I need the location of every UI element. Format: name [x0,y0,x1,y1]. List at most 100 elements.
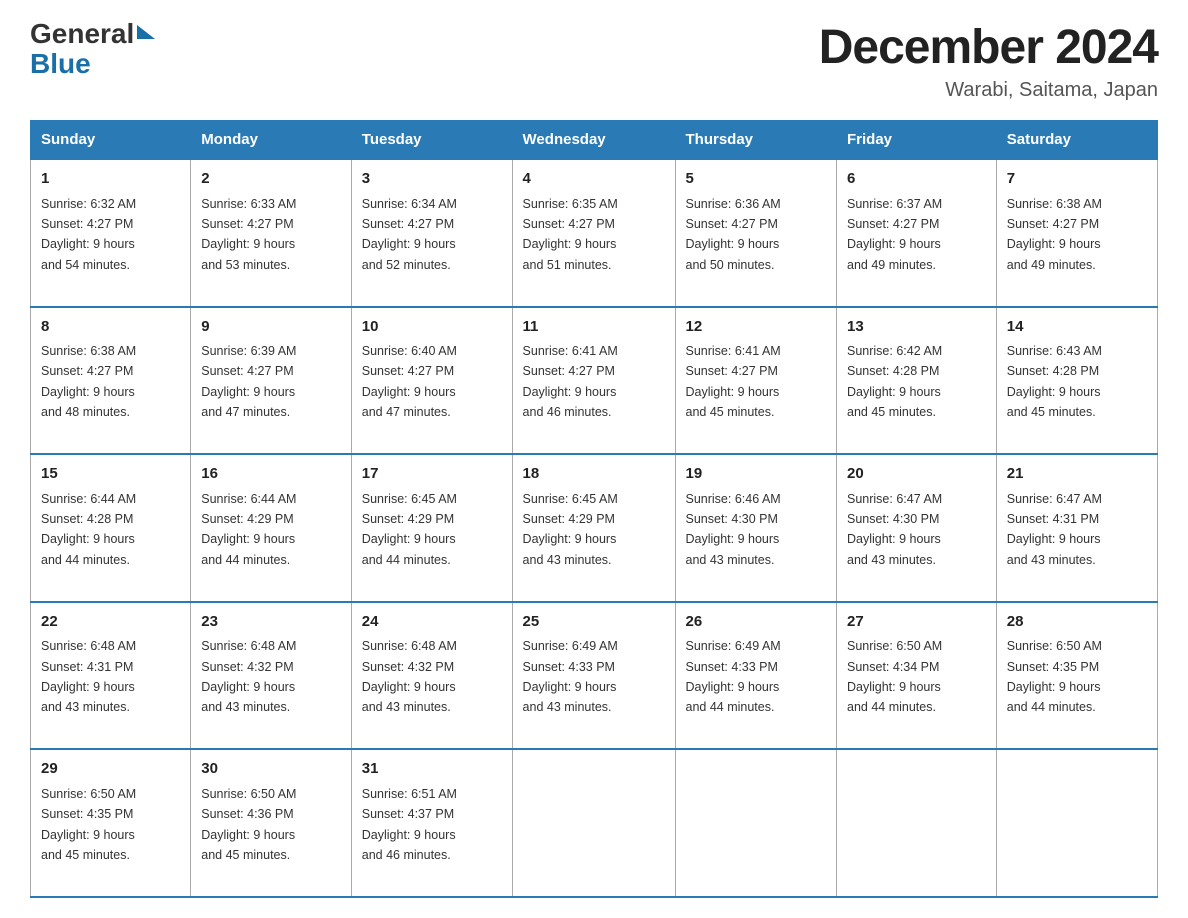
table-row: 3 Sunrise: 6:34 AMSunset: 4:27 PMDayligh… [351,159,512,307]
day-info: Sunrise: 6:48 AMSunset: 4:31 PMDaylight:… [41,639,136,714]
table-row: 28 Sunrise: 6:50 AMSunset: 4:35 PMDaylig… [996,602,1157,750]
calendar-week-row: 1 Sunrise: 6:32 AMSunset: 4:27 PMDayligh… [31,159,1158,307]
day-info: Sunrise: 6:44 AMSunset: 4:29 PMDaylight:… [201,492,296,567]
day-number: 24 [362,611,502,634]
day-info: Sunrise: 6:42 AMSunset: 4:28 PMDaylight:… [847,344,942,419]
day-info: Sunrise: 6:33 AMSunset: 4:27 PMDaylight:… [201,197,296,272]
table-row: 15 Sunrise: 6:44 AMSunset: 4:28 PMDaylig… [31,454,191,602]
day-number: 22 [41,611,180,634]
day-info: Sunrise: 6:49 AMSunset: 4:33 PMDaylight:… [523,639,618,714]
day-info: Sunrise: 6:50 AMSunset: 4:35 PMDaylight:… [1007,639,1102,714]
day-info: Sunrise: 6:37 AMSunset: 4:27 PMDaylight:… [847,197,942,272]
day-number: 15 [41,463,180,486]
day-info: Sunrise: 6:41 AMSunset: 4:27 PMDaylight:… [523,344,618,419]
logo-triangle-icon [137,25,155,39]
col-saturday: Saturday [996,121,1157,160]
table-row: 18 Sunrise: 6:45 AMSunset: 4:29 PMDaylig… [512,454,675,602]
table-row: 11 Sunrise: 6:41 AMSunset: 4:27 PMDaylig… [512,307,675,455]
table-row: 23 Sunrise: 6:48 AMSunset: 4:32 PMDaylig… [191,602,352,750]
table-row: 27 Sunrise: 6:50 AMSunset: 4:34 PMDaylig… [837,602,997,750]
day-info: Sunrise: 6:45 AMSunset: 4:29 PMDaylight:… [362,492,457,567]
day-number: 18 [523,463,665,486]
day-info: Sunrise: 6:40 AMSunset: 4:27 PMDaylight:… [362,344,457,419]
month-title: December 2024 [819,20,1158,75]
day-number: 3 [362,168,502,191]
calendar-header-row: Sunday Monday Tuesday Wednesday Thursday… [31,121,1158,160]
calendar-week-row: 29 Sunrise: 6:50 AMSunset: 4:35 PMDaylig… [31,749,1158,897]
day-number: 23 [201,611,341,634]
calendar-week-row: 15 Sunrise: 6:44 AMSunset: 4:28 PMDaylig… [31,454,1158,602]
day-info: Sunrise: 6:32 AMSunset: 4:27 PMDaylight:… [41,197,136,272]
table-row: 26 Sunrise: 6:49 AMSunset: 4:33 PMDaylig… [675,602,837,750]
table-row [996,749,1157,897]
day-info: Sunrise: 6:50 AMSunset: 4:35 PMDaylight:… [41,787,136,862]
day-number: 7 [1007,168,1147,191]
location-subtitle: Warabi, Saitama, Japan [819,79,1158,102]
calendar-week-row: 8 Sunrise: 6:38 AMSunset: 4:27 PMDayligh… [31,307,1158,455]
table-row: 16 Sunrise: 6:44 AMSunset: 4:29 PMDaylig… [191,454,352,602]
table-row: 25 Sunrise: 6:49 AMSunset: 4:33 PMDaylig… [512,602,675,750]
logo: General Blue [30,20,155,78]
table-row: 12 Sunrise: 6:41 AMSunset: 4:27 PMDaylig… [675,307,837,455]
day-info: Sunrise: 6:47 AMSunset: 4:30 PMDaylight:… [847,492,942,567]
logo-general-label: General [30,20,134,48]
day-number: 2 [201,168,341,191]
table-row: 13 Sunrise: 6:42 AMSunset: 4:28 PMDaylig… [837,307,997,455]
day-info: Sunrise: 6:51 AMSunset: 4:37 PMDaylight:… [362,787,457,862]
day-number: 31 [362,758,502,781]
table-row [837,749,997,897]
table-row: 21 Sunrise: 6:47 AMSunset: 4:31 PMDaylig… [996,454,1157,602]
day-info: Sunrise: 6:47 AMSunset: 4:31 PMDaylight:… [1007,492,1102,567]
col-wednesday: Wednesday [512,121,675,160]
day-number: 28 [1007,611,1147,634]
day-number: 8 [41,316,180,339]
day-number: 5 [686,168,827,191]
day-number: 12 [686,316,827,339]
day-info: Sunrise: 6:39 AMSunset: 4:27 PMDaylight:… [201,344,296,419]
table-row [675,749,837,897]
day-info: Sunrise: 6:45 AMSunset: 4:29 PMDaylight:… [523,492,618,567]
day-info: Sunrise: 6:50 AMSunset: 4:34 PMDaylight:… [847,639,942,714]
page: General Blue December 2024 Warabi, Saita… [0,0,1188,918]
table-row: 1 Sunrise: 6:32 AMSunset: 4:27 PMDayligh… [31,159,191,307]
day-number: 17 [362,463,502,486]
day-number: 27 [847,611,986,634]
day-number: 16 [201,463,341,486]
day-info: Sunrise: 6:46 AMSunset: 4:30 PMDaylight:… [686,492,781,567]
day-number: 4 [523,168,665,191]
table-row: 9 Sunrise: 6:39 AMSunset: 4:27 PMDayligh… [191,307,352,455]
table-row: 2 Sunrise: 6:33 AMSunset: 4:27 PMDayligh… [191,159,352,307]
day-number: 30 [201,758,341,781]
day-info: Sunrise: 6:44 AMSunset: 4:28 PMDaylight:… [41,492,136,567]
table-row: 14 Sunrise: 6:43 AMSunset: 4:28 PMDaylig… [996,307,1157,455]
table-row: 20 Sunrise: 6:47 AMSunset: 4:30 PMDaylig… [837,454,997,602]
day-info: Sunrise: 6:49 AMSunset: 4:33 PMDaylight:… [686,639,781,714]
day-number: 1 [41,168,180,191]
col-friday: Friday [837,121,997,160]
table-row: 10 Sunrise: 6:40 AMSunset: 4:27 PMDaylig… [351,307,512,455]
day-info: Sunrise: 6:48 AMSunset: 4:32 PMDaylight:… [362,639,457,714]
day-number: 19 [686,463,827,486]
col-sunday: Sunday [31,121,191,160]
calendar-table: Sunday Monday Tuesday Wednesday Thursday… [30,120,1158,898]
day-info: Sunrise: 6:48 AMSunset: 4:32 PMDaylight:… [201,639,296,714]
col-tuesday: Tuesday [351,121,512,160]
table-row: 22 Sunrise: 6:48 AMSunset: 4:31 PMDaylig… [31,602,191,750]
table-row: 29 Sunrise: 6:50 AMSunset: 4:35 PMDaylig… [31,749,191,897]
day-number: 21 [1007,463,1147,486]
day-info: Sunrise: 6:50 AMSunset: 4:36 PMDaylight:… [201,787,296,862]
day-number: 25 [523,611,665,634]
logo-general-text: General [30,20,155,48]
day-number: 29 [41,758,180,781]
table-row [512,749,675,897]
table-row: 19 Sunrise: 6:46 AMSunset: 4:30 PMDaylig… [675,454,837,602]
day-number: 10 [362,316,502,339]
table-row: 8 Sunrise: 6:38 AMSunset: 4:27 PMDayligh… [31,307,191,455]
table-row: 17 Sunrise: 6:45 AMSunset: 4:29 PMDaylig… [351,454,512,602]
day-number: 14 [1007,316,1147,339]
day-info: Sunrise: 6:38 AMSunset: 4:27 PMDaylight:… [1007,197,1102,272]
day-info: Sunrise: 6:38 AMSunset: 4:27 PMDaylight:… [41,344,136,419]
table-row: 5 Sunrise: 6:36 AMSunset: 4:27 PMDayligh… [675,159,837,307]
day-info: Sunrise: 6:34 AMSunset: 4:27 PMDaylight:… [362,197,457,272]
table-row: 30 Sunrise: 6:50 AMSunset: 4:36 PMDaylig… [191,749,352,897]
